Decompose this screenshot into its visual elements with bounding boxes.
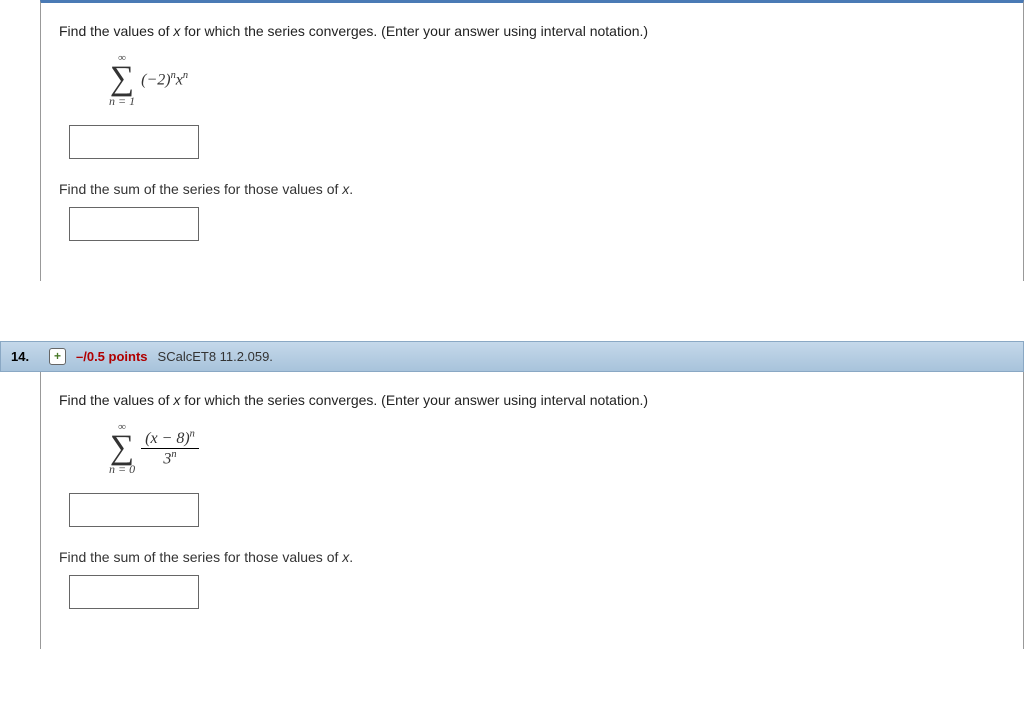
q13-sub-prefix: Find the sum of the series for those val…	[59, 181, 342, 197]
q13-series: ∞ ∑ n = 1 (−2)nxn	[109, 53, 1005, 107]
q14-number: 14.	[11, 349, 39, 364]
sigma-icon: ∞ ∑ n = 1	[109, 53, 135, 107]
q14-prompt: Find the values of x for which the serie…	[59, 392, 1005, 408]
sigma-symbol: ∑	[110, 64, 134, 95]
q14-numerator: (x − 8)n	[141, 429, 199, 449]
expand-icon[interactable]: +	[49, 348, 66, 365]
sigma-icon: ∞ ∑ n = 0	[109, 422, 135, 476]
question-14-header: 14. + –/0.5 points SCalcET8 11.2.059.	[0, 341, 1024, 372]
question-14-body: Find the values of x for which the serie…	[40, 372, 1024, 650]
sigma-lower: n = 1	[109, 95, 135, 107]
q14-prompt-suffix: for which the series converges. (Enter y…	[180, 392, 648, 408]
q13-term: (−2)nxn	[141, 70, 188, 89]
sigma-lower: n = 0	[109, 463, 135, 475]
q13-prompt-prefix: Find the values of	[59, 23, 173, 39]
sigma-symbol: ∑	[110, 433, 134, 464]
q14-interval-input[interactable]	[69, 493, 199, 527]
q13-subprompt: Find the sum of the series for those val…	[59, 181, 1005, 197]
q14-subprompt: Find the sum of the series for those val…	[59, 549, 1005, 565]
q14-denominator: 3n	[159, 449, 180, 468]
q14-sub-suffix: .	[349, 549, 353, 565]
q14-prompt-prefix: Find the values of	[59, 392, 173, 408]
q13-sub-suffix: .	[349, 181, 353, 197]
q14-points: –/0.5 points	[76, 349, 148, 364]
q14-source: SCalcET8 11.2.059.	[158, 349, 273, 364]
q13-interval-input[interactable]	[69, 125, 199, 159]
q14-sum-input[interactable]	[69, 575, 199, 609]
q13-prompt: Find the values of x for which the serie…	[59, 23, 1005, 39]
question-13-body: Find the values of x for which the serie…	[40, 0, 1024, 281]
q14-sub-prefix: Find the sum of the series for those val…	[59, 549, 342, 565]
q14-fraction: (x − 8)n 3n	[141, 429, 199, 469]
q14-series: ∞ ∑ n = 0 (x − 8)n 3n	[109, 422, 1005, 476]
q13-prompt-suffix: for which the series converges. (Enter y…	[180, 23, 648, 39]
q13-sum-input[interactable]	[69, 207, 199, 241]
